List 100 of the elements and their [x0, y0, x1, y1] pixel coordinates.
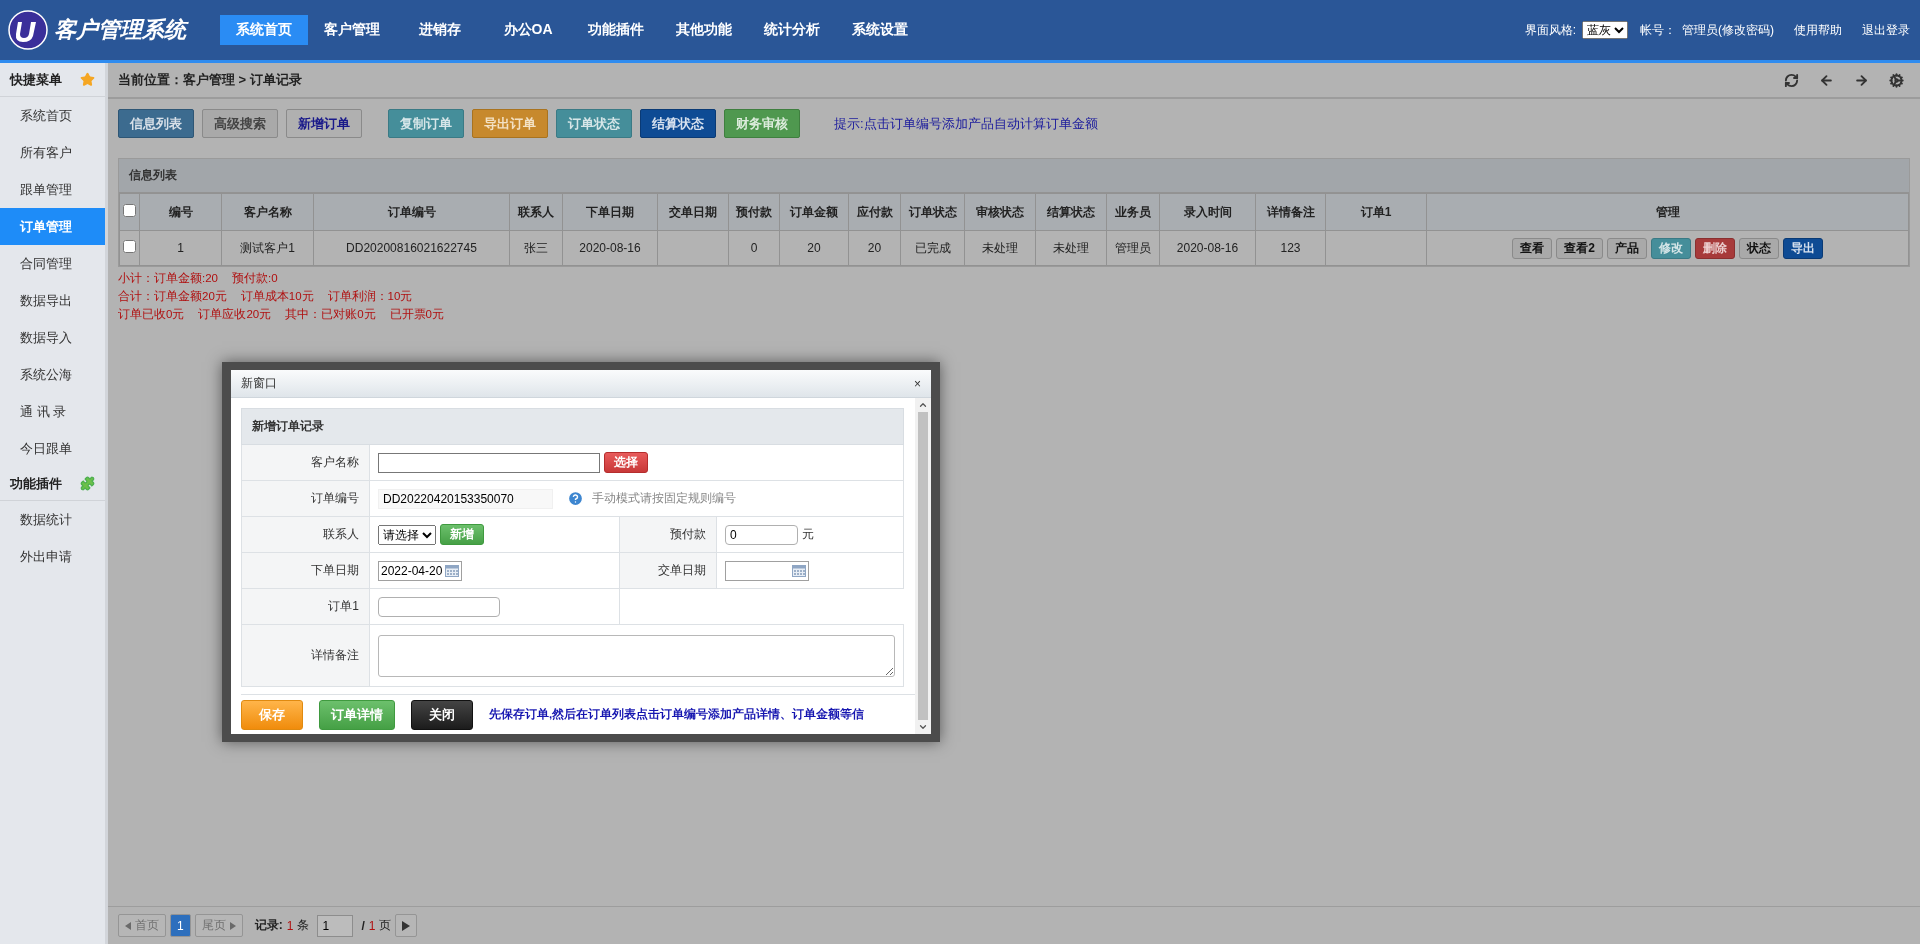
sidebar-item[interactable]: 合同管理 — [0, 245, 105, 282]
nav-tab[interactable]: 进销存 — [396, 15, 484, 45]
customer-name-field[interactable] — [378, 452, 600, 473]
page-button[interactable]: 1 — [170, 914, 191, 937]
table-cell: 2020-08-16 — [562, 230, 658, 266]
calendar-icon[interactable] — [445, 564, 459, 577]
column-header: 客户名称 — [221, 193, 314, 231]
summary-text: 订单利润：10元 — [327, 289, 413, 304]
action-button[interactable]: 导出 — [1782, 237, 1823, 259]
select-button[interactable]: 选择 — [604, 452, 648, 473]
summary-text: 小计：订单金额:20 — [118, 271, 218, 286]
forward-icon[interactable] — [1854, 72, 1869, 88]
calendar-icon[interactable] — [792, 564, 806, 577]
theme-label: 界面风格: — [1524, 21, 1576, 39]
action-button[interactable]: 状态 — [1738, 237, 1779, 259]
action-button[interactable]: 查看 — [1512, 237, 1553, 259]
left-triangle-icon — [125, 921, 131, 930]
sidebar-item[interactable]: 跟单管理 — [0, 171, 105, 208]
toolbar-button[interactable]: 高级搜索 — [202, 109, 278, 138]
close-button[interactable]: × — [914, 376, 921, 391]
star-icon — [80, 72, 95, 87]
sidebar-item[interactable]: 外出申请 — [0, 538, 105, 575]
table-cell: 20 — [848, 230, 901, 266]
column-header: 订单1 — [1325, 193, 1427, 231]
form-label: 订单1 — [241, 588, 370, 625]
account-label: 帐号： — [1640, 21, 1676, 39]
header-link[interactable]: 退出登录 — [1862, 21, 1910, 39]
nav-tab[interactable]: 功能插件 — [572, 15, 660, 45]
action-button[interactable]: 删除 — [1694, 237, 1735, 259]
menu-section-title: 功能插件 — [10, 474, 62, 493]
row-checkbox[interactable] — [123, 240, 136, 253]
text-field[interactable]: 0 — [725, 524, 798, 545]
sidebar-item[interactable]: 数据导入 — [0, 319, 105, 356]
nav-tab[interactable]: 客户管理 — [308, 15, 396, 45]
summary-text: 订单应收20元 — [198, 307, 272, 322]
breadcrumb: 当前位置：客户管理 > 订单记录 — [118, 71, 302, 89]
column-header: 联系人 — [509, 193, 563, 231]
column-header: 结算状态 — [1035, 193, 1107, 231]
remarks-field[interactable] — [378, 634, 895, 677]
select-all-checkbox[interactable] — [123, 204, 136, 217]
sidebar-item[interactable]: 今日跟单 — [0, 430, 105, 467]
date-field[interactable]: 2022-04-20 — [378, 560, 462, 581]
toolbar-button[interactable]: 结算状态 — [640, 109, 716, 138]
table-cell: 测试客户1 — [221, 230, 314, 266]
go-button[interactable] — [395, 914, 418, 937]
settings-icon[interactable] — [1889, 72, 1904, 88]
column-header: 应付款 — [848, 193, 901, 231]
date-field[interactable] — [725, 560, 809, 581]
action-button[interactable]: 产品 — [1606, 237, 1647, 259]
action-button[interactable]: 查看2 — [1556, 237, 1603, 259]
sidebar-item[interactable]: 系统公海 — [0, 356, 105, 393]
dialog-note: 先保存订单,然后在订单列表点击订单编号添加产品详情、订单金额等信 — [489, 707, 865, 722]
record-count: 1 — [286, 918, 294, 933]
logo-icon — [8, 10, 48, 50]
column-header: 交单日期 — [657, 193, 729, 231]
column-header: 订单编号 — [313, 193, 510, 231]
order-number-field[interactable]: DD20220420153350070 — [378, 488, 553, 509]
sidebar-item[interactable]: 系统首页 — [0, 97, 105, 134]
column-header: 详情备注 — [1255, 193, 1326, 231]
contact-select[interactable]: 请选择 — [378, 524, 436, 545]
page-total: 1 — [368, 918, 376, 933]
help-icon — [567, 490, 584, 507]
page-input[interactable]: 1 — [317, 914, 354, 937]
toolbar-button[interactable]: 信息列表 — [118, 109, 194, 138]
column-header: 预付款 — [728, 193, 780, 231]
summary-text: 合计：订单金额20元 — [118, 289, 227, 304]
page-unit: 页 — [379, 917, 392, 934]
column-header: 管理 — [1426, 193, 1909, 231]
form-title: 新增订单记录 — [241, 408, 904, 445]
form-label: 订单编号 — [241, 480, 370, 517]
table-cell: 1 — [139, 230, 222, 266]
play-icon — [402, 920, 411, 931]
table-cell: 已完成 — [900, 230, 965, 266]
header-link[interactable]: 使用帮助 — [1794, 21, 1842, 39]
record-unit: 条 — [297, 917, 310, 934]
scrollbar[interactable] — [915, 398, 931, 734]
theme-select[interactable]: 蓝灰 — [1582, 21, 1628, 39]
form-label: 预付款 — [619, 516, 717, 553]
refresh-icon[interactable] — [1784, 72, 1799, 88]
nav-tab[interactable]: 统计分析 — [748, 15, 836, 45]
account-link[interactable]: 管理员(修改密码) — [1682, 21, 1774, 39]
unit-label: 元 — [802, 526, 814, 543]
sidebar-item[interactable]: 通 讯 录 — [0, 393, 105, 430]
table-cell: DD20200816021622745 — [313, 230, 510, 266]
sidebar-item[interactable]: 所有客户 — [0, 134, 105, 171]
toolbar-button[interactable]: 新增订单 — [286, 109, 362, 138]
sidebar-item[interactable]: 数据导出 — [0, 282, 105, 319]
text-field[interactable] — [378, 596, 500, 617]
nav-tab[interactable]: 办公OA — [484, 15, 572, 45]
summary-text: 订单已收0元 — [118, 307, 185, 322]
summary-text: 订单成本10元 — [240, 289, 314, 304]
back-icon[interactable] — [1819, 72, 1834, 88]
column-header: 审核状态 — [964, 193, 1036, 231]
form-label: 联系人 — [241, 516, 370, 553]
dialog-button[interactable]: 关闭 — [411, 699, 473, 730]
scroll-down-icon — [918, 722, 928, 732]
nav-tab[interactable]: 其他功能 — [660, 15, 748, 45]
nav-tab[interactable]: 系统设置 — [836, 15, 924, 45]
right-triangle-icon — [229, 921, 236, 930]
sidebar-item[interactable]: 数据统计 — [0, 501, 105, 538]
